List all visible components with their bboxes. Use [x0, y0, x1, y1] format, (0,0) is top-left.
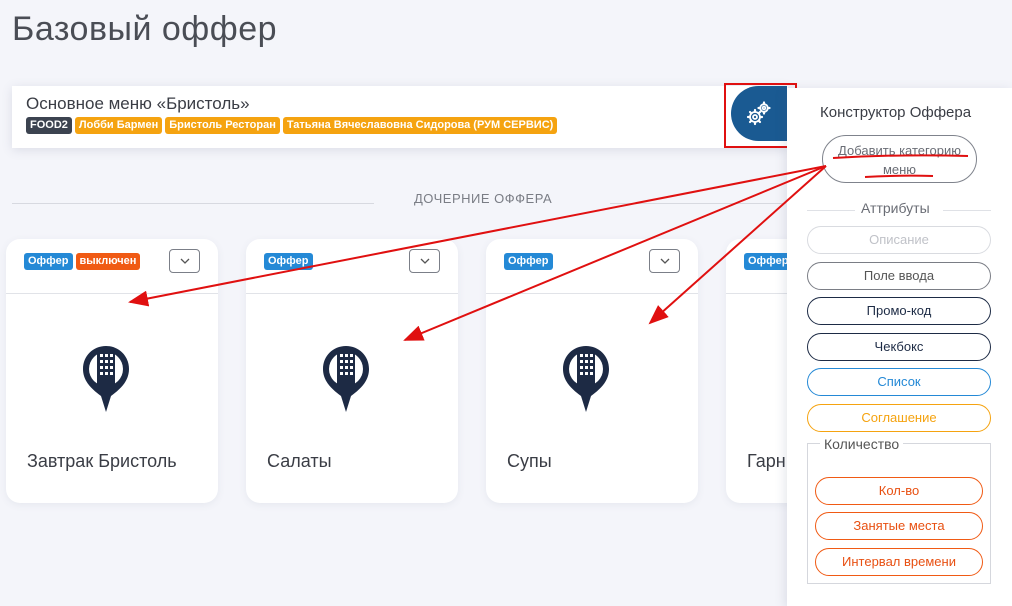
attr-agreement-button[interactable]: Соглашение — [807, 404, 991, 432]
quantity-count-button[interactable]: Кол-во — [815, 477, 983, 505]
divider-right — [610, 203, 786, 204]
add-menu-category-button[interactable]: Добавить категорию меню — [822, 135, 977, 183]
tag-room-service: Татьяна Вячеславовна Сидорова (РУМ СЕРВИ… — [282, 117, 558, 134]
page-title: Базовый оффер — [12, 10, 278, 48]
annotation-arrow — [128, 165, 827, 307]
chevron-down-icon — [180, 258, 189, 264]
chevron-down-icon — [660, 258, 669, 264]
disabled-badge: выключен — [75, 253, 141, 270]
quantity-heading: Количество — [820, 436, 904, 452]
child-offer-card[interactable]: Оффер выключен Завтрак Бристоль — [6, 239, 218, 503]
offer-constructor-panel: Конструктор Оффера Добавить категорию ме… — [787, 88, 1012, 606]
card-title: Гарн — [747, 451, 786, 471]
attr-input-field-button[interactable]: Поле ввода — [807, 262, 991, 290]
card-divider — [246, 293, 458, 294]
main-offer-card[interactable]: Основное меню «Бристоль» FOOD2 Лобби Бар… — [12, 86, 788, 148]
offer-badge: Оффер — [264, 253, 313, 270]
time-interval-button[interactable]: Интервал времени — [815, 548, 983, 576]
card-dropdown-button[interactable] — [169, 249, 200, 273]
attributes-line-right — [943, 210, 991, 211]
card-title: Завтрак Бристоль — [27, 451, 177, 471]
tag-food2: FOOD2 — [26, 117, 72, 134]
occupied-seats-button[interactable]: Занятые места — [815, 512, 983, 540]
card-dropdown-button[interactable] — [649, 249, 680, 273]
card-divider — [6, 293, 218, 294]
card-title: Супы — [507, 451, 552, 471]
building-pin-icon — [323, 346, 369, 412]
constructor-title: Конструктор Оффера — [820, 104, 972, 121]
child-offer-card[interactable]: Оффер Салаты — [246, 239, 458, 503]
tag-bristol-restaurant: Бристоль Ресторан — [165, 117, 280, 134]
offer-badge: Оффер — [24, 253, 73, 270]
attr-description-button[interactable]: Описание — [807, 226, 991, 254]
main-offer-name: Основное меню «Бристоль» — [26, 94, 250, 113]
building-pin-icon — [83, 346, 129, 412]
child-offer-card[interactable]: Оффер Супы — [486, 239, 698, 503]
offer-badge: Оффер — [504, 253, 553, 270]
building-pin-icon — [563, 346, 609, 412]
attr-checkbox-button[interactable]: Чекбокс — [807, 333, 991, 361]
attributes-heading: Аттрибуты — [861, 200, 930, 216]
card-dropdown-button[interactable] — [409, 249, 440, 273]
chevron-down-icon — [420, 258, 429, 264]
tag-lobby-barmen: Лобби Бармен — [74, 117, 163, 134]
card-divider — [486, 293, 698, 294]
divider-left — [12, 203, 374, 204]
attr-promo-code-button[interactable]: Промо-код — [807, 297, 991, 325]
main-offer-tags: FOOD2 Лобби Бармен Бристоль Ресторан Тат… — [26, 117, 558, 134]
attr-list-button[interactable]: Список — [807, 368, 991, 396]
child-offers-heading: ДОЧЕРНИЕ ОФФЕРА — [414, 191, 553, 206]
offer-badge: Оффер — [744, 253, 793, 270]
card-title: Салаты — [267, 451, 332, 471]
attributes-line-left — [807, 210, 855, 211]
